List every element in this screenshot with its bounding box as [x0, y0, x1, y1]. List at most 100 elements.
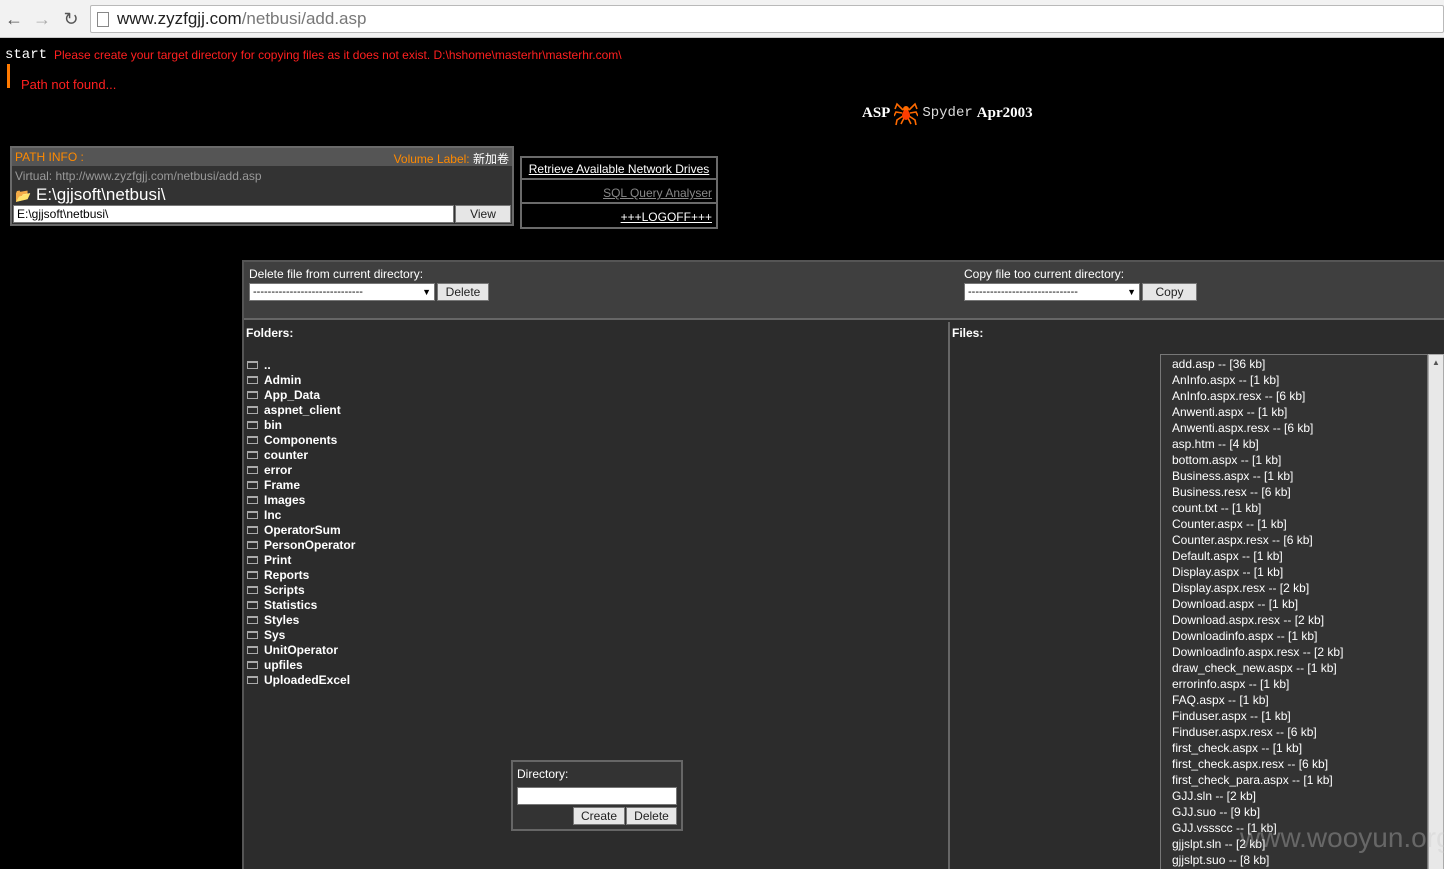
- file-item[interactable]: Download.aspx.resx -- [2 kb]: [1172, 612, 1427, 628]
- folder-item[interactable]: Reports: [247, 567, 355, 582]
- delete-file-select-value: ------------------------------: [253, 286, 363, 298]
- file-item[interactable]: Download.aspx -- [1 kb]: [1172, 596, 1427, 612]
- file-item[interactable]: Counter.aspx.resx -- [6 kb]: [1172, 532, 1427, 548]
- directory-input[interactable]: [517, 787, 677, 805]
- folder-icon: [247, 675, 258, 684]
- folder-item[interactable]: upfiles: [247, 657, 355, 672]
- path-info-label: PATH INFO :: [15, 150, 84, 164]
- folder-list: .. Admin App_Data aspnet_client bin Component…: [247, 357, 355, 687]
- address-bar[interactable]: www.zyzfgjj.com/netbusi/add.asp: [90, 5, 1444, 33]
- folder-open-icon: 📂: [15, 188, 32, 203]
- file-item[interactable]: Downloadinfo.aspx.resx -- [2 kb]: [1172, 644, 1427, 660]
- logoff-link[interactable]: +++LOGOFF+++: [522, 206, 716, 228]
- folder-icon: [247, 435, 258, 444]
- delete-directory-button[interactable]: Delete: [626, 807, 677, 825]
- url-text: www.zyzfgjj.com/netbusi/add.asp: [117, 9, 366, 29]
- sql-query-analyser-link[interactable]: SQL Query Analyser: [522, 182, 716, 204]
- file-item[interactable]: Business.aspx -- [1 kb]: [1172, 468, 1427, 484]
- folder-item[interactable]: Print: [247, 552, 355, 567]
- file-item[interactable]: Counter.aspx -- [1 kb]: [1172, 516, 1427, 532]
- folder-item[interactable]: Inc: [247, 507, 355, 522]
- file-item[interactable]: first_check_para.aspx -- [1 kb]: [1172, 772, 1427, 788]
- folder-item[interactable]: Statistics: [247, 597, 355, 612]
- folder-name: Scripts: [264, 582, 305, 597]
- folder-name: aspnet_client: [264, 402, 341, 417]
- file-item[interactable]: first_check.aspx.resx -- [6 kb]: [1172, 756, 1427, 772]
- file-item[interactable]: Finduser.aspx -- [1 kb]: [1172, 708, 1427, 724]
- forward-arrow-icon[interactable]: →: [31, 8, 53, 30]
- file-item[interactable]: count.txt -- [1 kb]: [1172, 500, 1427, 516]
- folder-item[interactable]: PersonOperator: [247, 537, 355, 552]
- url-path: /netbusi/add.asp: [241, 9, 367, 28]
- folder-item[interactable]: Admin: [247, 372, 355, 387]
- file-item[interactable]: errorinfo.aspx -- [1 kb]: [1172, 676, 1427, 692]
- retrieve-drives-link[interactable]: Retrieve Available Network Drives: [522, 158, 716, 180]
- folder-item[interactable]: Styles: [247, 612, 355, 627]
- folder-item[interactable]: OperatorSum: [247, 522, 355, 537]
- delete-file-button[interactable]: Delete: [437, 283, 489, 301]
- file-item[interactable]: add.asp -- [36 kb]: [1172, 356, 1427, 372]
- back-arrow-icon[interactable]: ←: [3, 8, 25, 30]
- file-list-scrollbar[interactable]: ▲: [1428, 354, 1444, 869]
- view-button[interactable]: View: [455, 205, 511, 223]
- brand-logo: ASP Spyder Apr2003: [862, 100, 1033, 126]
- folder-item[interactable]: Frame: [247, 477, 355, 492]
- file-item[interactable]: Anwenti.aspx -- [1 kb]: [1172, 404, 1427, 420]
- copy-file-button[interactable]: Copy: [1142, 283, 1197, 301]
- folder-item[interactable]: UnitOperator: [247, 642, 355, 657]
- file-item[interactable]: gjjslpt.suo -- [8 kb]: [1172, 852, 1427, 868]
- file-item[interactable]: Business.resx -- [6 kb]: [1172, 484, 1427, 500]
- watermark: www.wooyun.org: [1240, 822, 1444, 853]
- file-item[interactable]: Anwenti.aspx.resx -- [6 kb]: [1172, 420, 1427, 436]
- folder-item[interactable]: bin: [247, 417, 355, 432]
- file-item[interactable]: first_check.aspx -- [1 kb]: [1172, 740, 1427, 756]
- file-item[interactable]: bottom.aspx -- [1 kb]: [1172, 452, 1427, 468]
- reload-icon[interactable]: ↻: [60, 8, 82, 30]
- path-input[interactable]: [13, 205, 454, 223]
- folder-item[interactable]: Scripts: [247, 582, 355, 597]
- copy-file-select[interactable]: ------------------------------ ▼: [964, 283, 1140, 301]
- file-item[interactable]: Default.aspx -- [1 kb]: [1172, 548, 1427, 564]
- folder-icon: [247, 615, 258, 624]
- file-item[interactable]: asp.htm -- [4 kb]: [1172, 436, 1427, 452]
- folder-icon: [247, 540, 258, 549]
- file-item[interactable]: GJJ.suo -- [9 kb]: [1172, 804, 1427, 820]
- folder-name: OperatorSum: [264, 522, 341, 537]
- folder-item[interactable]: error: [247, 462, 355, 477]
- folder-item[interactable]: Components: [247, 432, 355, 447]
- create-directory-button[interactable]: Create: [573, 807, 625, 825]
- folder-name: App_Data: [264, 387, 321, 402]
- folder-name: counter: [264, 447, 309, 462]
- folder-item[interactable]: aspnet_client: [247, 402, 355, 417]
- brand-right: Apr2003: [976, 104, 1033, 121]
- folder-name: Admin: [264, 372, 302, 387]
- file-item[interactable]: Display.aspx.resx -- [2 kb]: [1172, 580, 1427, 596]
- folder-item[interactable]: App_Data: [247, 387, 355, 402]
- folder-item[interactable]: UploadedExcel: [247, 672, 355, 687]
- folder-icon: [247, 495, 258, 504]
- folder-name: Inc: [264, 507, 282, 522]
- file-item[interactable]: GJJ.sln -- [2 kb]: [1172, 788, 1427, 804]
- page-icon: [97, 12, 109, 27]
- scroll-up-icon[interactable]: ▲: [1432, 358, 1440, 367]
- folder-item[interactable]: ..: [247, 357, 355, 372]
- file-listbox[interactable]: add.asp -- [36 kb] AnInfo.aspx -- [1 kb] A…: [1160, 354, 1428, 869]
- file-item[interactable]: Downloadinfo.aspx -- [1 kb]: [1172, 628, 1427, 644]
- file-item[interactable]: AnInfo.aspx -- [1 kb]: [1172, 372, 1427, 388]
- folder-item[interactable]: Images: [247, 492, 355, 507]
- folder-icon: [247, 645, 258, 654]
- browser-toolbar: ← → ↻ www.zyzfgjj.com/netbusi/add.asp: [0, 0, 1444, 38]
- file-item[interactable]: AnInfo.aspx.resx -- [6 kb]: [1172, 388, 1427, 404]
- file-item[interactable]: Finduser.aspx.resx -- [6 kb]: [1172, 724, 1427, 740]
- delete-file-select[interactable]: ------------------------------ ▼: [249, 283, 435, 301]
- file-item[interactable]: FAQ.aspx -- [1 kb]: [1172, 692, 1427, 708]
- file-item[interactable]: draw_check_new.aspx -- [1 kb]: [1172, 660, 1427, 676]
- folder-icon: [247, 420, 258, 429]
- file-item[interactable]: Display.aspx -- [1 kb]: [1172, 564, 1427, 580]
- folder-name: Images: [264, 492, 306, 507]
- folder-item[interactable]: Sys: [247, 627, 355, 642]
- folder-name: Styles: [264, 612, 300, 627]
- folder-icon: [247, 600, 258, 609]
- folder-item[interactable]: counter: [247, 447, 355, 462]
- files-title: Files:: [952, 326, 984, 340]
